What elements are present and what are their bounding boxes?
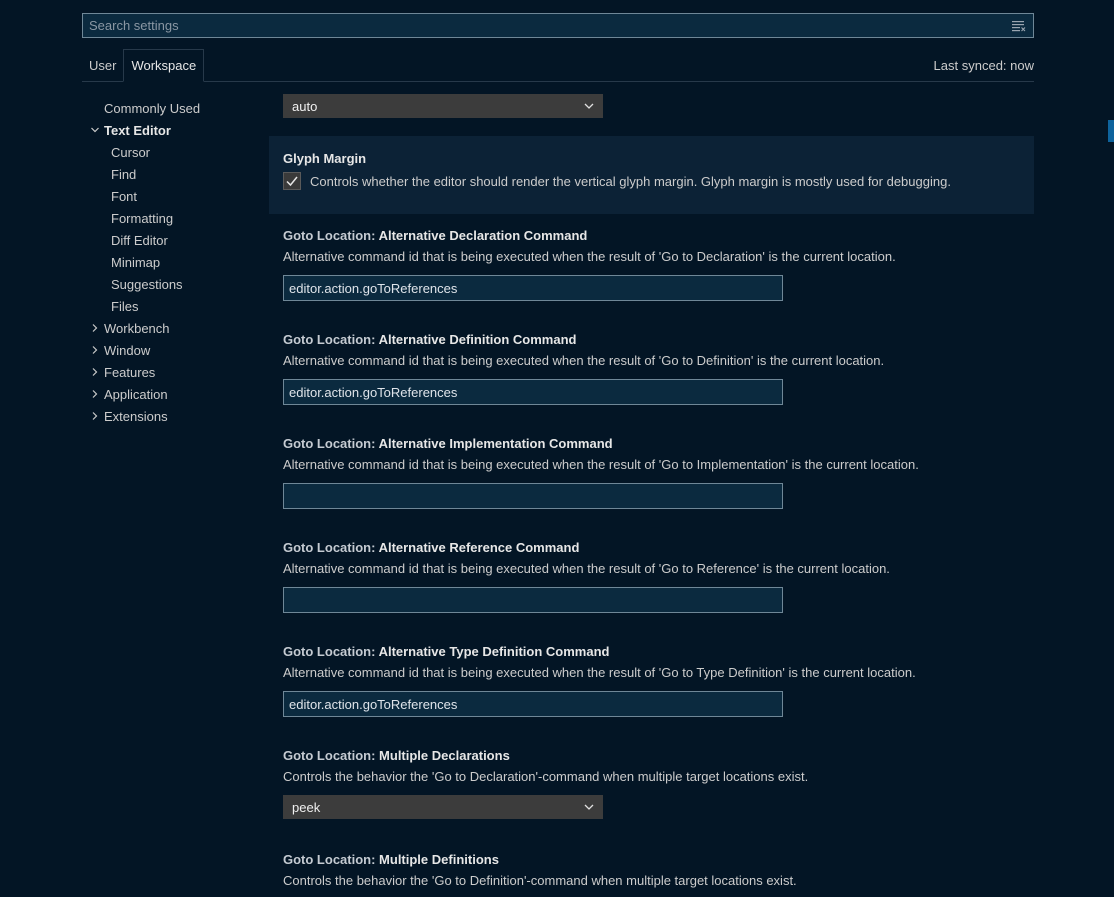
setting-title: Glyph Margin xyxy=(283,151,367,166)
alt-implementation-input[interactable] xyxy=(283,483,783,509)
toc-item-files[interactable]: Files xyxy=(82,295,262,317)
search-box[interactable] xyxy=(82,13,1034,38)
setting-title: Goto Location: Alternative Type Definiti… xyxy=(283,643,1034,661)
setting-title: Goto Location: Alternative Definition Co… xyxy=(283,331,1034,349)
toc-item-label: Cursor xyxy=(111,144,151,160)
toc-item-label: Minimap xyxy=(111,254,161,270)
chevron-right-icon xyxy=(88,411,102,421)
setting-alt-type-definition: Goto Location: Alternative Type Definiti… xyxy=(269,643,1034,717)
setting-name: Multiple Definitions xyxy=(379,852,499,867)
setting-description: Alternative command id that is being exe… xyxy=(283,665,916,680)
setting-category: Goto Location: xyxy=(283,748,380,763)
setting-description: Alternative command id that is being exe… xyxy=(283,249,896,264)
chevron-down-icon xyxy=(583,800,595,815)
setting-name: Alternative Definition Command xyxy=(378,332,577,347)
filter-icon[interactable] xyxy=(1011,19,1027,33)
tab-workspace[interactable]: Workspace xyxy=(123,49,205,82)
setting-multiple-declarations: Goto Location: Multiple Declarations Con… xyxy=(269,747,1034,819)
chevron-right-icon xyxy=(88,389,102,399)
setting-name: Multiple Declarations xyxy=(379,748,510,763)
setting-category: Goto Location: xyxy=(283,540,379,555)
toc-item-label: Files xyxy=(111,298,139,314)
toc-item-minimap[interactable]: Minimap xyxy=(82,251,262,273)
setting-multiple-definitions: Goto Location: Multiple Definitions Cont… xyxy=(269,851,1034,890)
check-icon xyxy=(286,176,298,187)
alt-type-definition-input[interactable] xyxy=(283,691,783,717)
toc-item-cursor[interactable]: Cursor xyxy=(82,141,262,163)
setting-title: Goto Location: Alternative Implementatio… xyxy=(283,435,1034,453)
toc-item-label: Text Editor xyxy=(104,122,171,138)
chevron-right-icon xyxy=(88,345,102,355)
setting-category: Goto Location: xyxy=(283,436,379,451)
setting-title: Goto Location: Multiple Declarations xyxy=(283,747,1034,765)
glyph-margin-checkbox[interactable] xyxy=(283,172,301,190)
setting-name: Alternative Implementation Command xyxy=(378,436,613,451)
setting-title: Goto Location: Multiple Definitions xyxy=(283,851,1034,869)
setting-alt-implementation: Goto Location: Alternative Implementatio… xyxy=(269,435,1034,509)
toc-item-formatting[interactable]: Formatting xyxy=(82,207,262,229)
dropdown-value: auto xyxy=(292,98,318,114)
toc-item-workbench[interactable]: Workbench xyxy=(82,317,262,339)
setting-name: Alternative Declaration Command xyxy=(378,228,588,243)
settings-scope-tabs: User Workspace Last synced: now xyxy=(82,49,1034,82)
setting-category: Goto Location: xyxy=(283,228,379,243)
toc-item-find[interactable]: Find xyxy=(82,163,262,185)
toc-item-label: Application xyxy=(104,386,168,402)
setting-title: Goto Location: Alternative Declaration C… xyxy=(283,227,1034,245)
toc-item-label: Window xyxy=(104,342,151,358)
setting-category: Goto Location: xyxy=(283,852,380,867)
toc-item-label: Formatting xyxy=(111,210,174,226)
toc-item-label: Features xyxy=(104,364,156,380)
toc-item-features[interactable]: Features xyxy=(82,361,262,383)
scrollbar-thumb[interactable] xyxy=(1108,120,1114,142)
setting-description: Alternative command id that is being exe… xyxy=(283,457,919,472)
sync-status: Last synced: now xyxy=(933,57,1034,73)
multiple-declarations-dropdown[interactable]: peek xyxy=(283,795,603,819)
toc-item-diff-editor[interactable]: Diff Editor xyxy=(82,229,262,251)
toc-item-label: Font xyxy=(111,188,138,204)
setting-name: Alternative Type Definition Command xyxy=(378,644,610,659)
chevron-right-icon xyxy=(88,367,102,377)
setting-description: Controls the behavior the 'Go to Declara… xyxy=(283,769,809,784)
toc-item-label: Commonly Used xyxy=(104,100,201,116)
search-input[interactable] xyxy=(89,18,1011,33)
setting-checkbox-row: Controls whether the editor should rende… xyxy=(283,172,1034,190)
setting-name: Alternative Reference Command xyxy=(378,540,580,555)
alt-reference-input[interactable] xyxy=(283,587,783,613)
setting-description: Controls whether the editor should rende… xyxy=(310,173,951,189)
toc-item-application[interactable]: Application xyxy=(82,383,262,405)
setting-category: Goto Location: xyxy=(283,332,379,347)
setting-title: Goto Location: Alternative Reference Com… xyxy=(283,539,1034,557)
setting-alt-declaration: Goto Location: Alternative Declaration C… xyxy=(269,227,1034,301)
settings-toc: Commonly Used Text Editor Cursor Find Fo… xyxy=(82,97,262,427)
setting-dropdown[interactable]: auto xyxy=(283,94,603,118)
toc-item-label: Diff Editor xyxy=(111,232,168,248)
toc-item-text-editor[interactable]: Text Editor xyxy=(82,119,262,141)
toc-item-suggestions[interactable]: Suggestions xyxy=(82,273,262,295)
setting-alt-reference: Goto Location: Alternative Reference Com… xyxy=(269,539,1034,613)
setting-category: Goto Location: xyxy=(283,644,379,659)
setting-description: Controls the behavior the 'Go to Definit… xyxy=(283,873,797,888)
chevron-right-icon xyxy=(88,323,102,333)
alt-declaration-input[interactable] xyxy=(283,275,783,301)
setting-glyph-margin: Glyph Margin Controls whether the editor… xyxy=(269,136,1034,214)
chevron-down-icon xyxy=(583,99,595,114)
dropdown-value: peek xyxy=(292,799,321,815)
tab-user[interactable]: User xyxy=(82,49,123,81)
toc-item-label: Workbench xyxy=(104,320,170,336)
alt-definition-input[interactable] xyxy=(283,379,783,405)
toc-item-extensions[interactable]: Extensions xyxy=(82,405,262,427)
toc-item-label: Find xyxy=(111,166,137,182)
toc-item-font[interactable]: Font xyxy=(82,185,262,207)
toc-item-label: Extensions xyxy=(104,408,168,424)
toc-item-window[interactable]: Window xyxy=(82,339,262,361)
toc-item-label: Suggestions xyxy=(111,276,183,292)
setting-alt-definition: Goto Location: Alternative Definition Co… xyxy=(269,331,1034,405)
setting-row: auto xyxy=(269,94,1034,118)
setting-description: Alternative command id that is being exe… xyxy=(283,561,890,576)
setting-description: Alternative command id that is being exe… xyxy=(283,353,885,368)
settings-editor: User Workspace Last synced: now Commonly… xyxy=(0,0,1114,897)
toc-item-commonly-used[interactable]: Commonly Used xyxy=(82,97,262,119)
chevron-down-icon xyxy=(88,125,102,135)
